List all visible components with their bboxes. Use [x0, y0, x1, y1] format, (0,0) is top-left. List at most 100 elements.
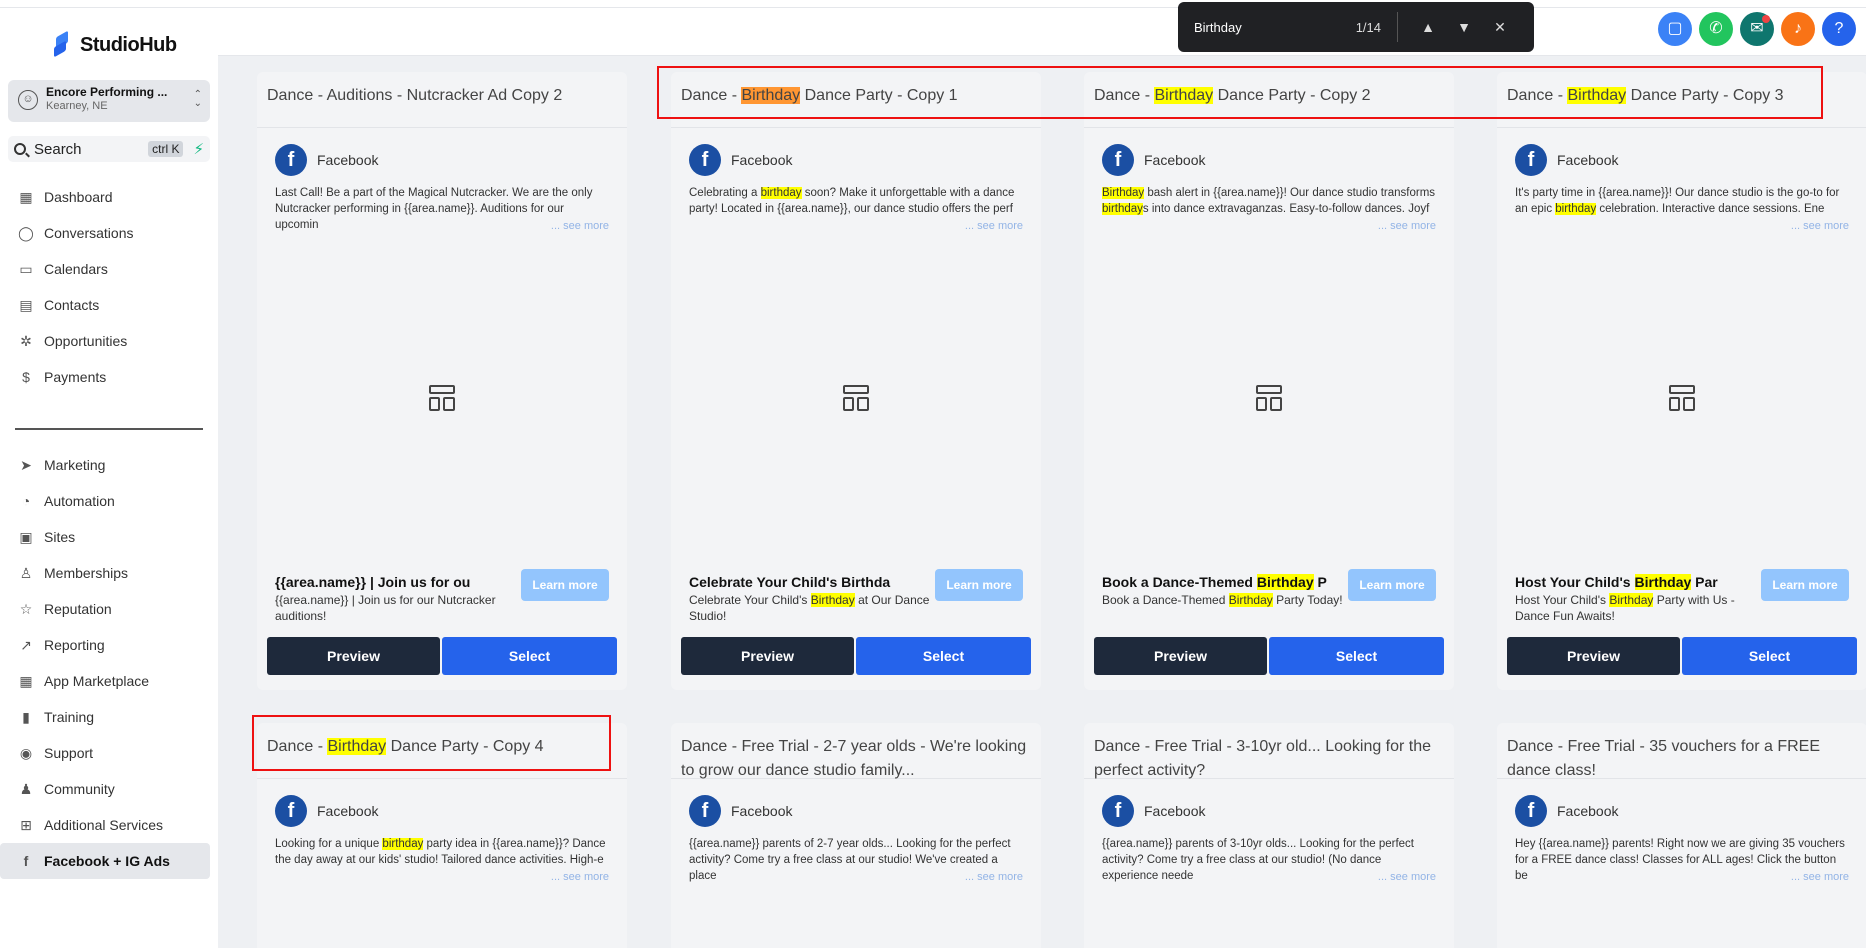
- bell-icon[interactable]: ♪: [1781, 12, 1815, 46]
- ad-preview: f Facebook It's party time in {{area.name}…: [1497, 128, 1866, 233]
- sidebar-item-conversations[interactable]: ◯ Conversations: [0, 215, 218, 251]
- preview-button[interactable]: Preview: [267, 637, 440, 675]
- search-highlight: Birthday: [1609, 593, 1654, 607]
- sidebar-item-community[interactable]: ♟ Community: [0, 771, 218, 807]
- select-button[interactable]: Select: [1682, 637, 1857, 675]
- sidebar-item-app-marketplace[interactable]: ▦ App Marketplace: [0, 663, 218, 699]
- find-match-count: 1/14: [1355, 19, 1381, 35]
- facebook-icon: f: [275, 795, 307, 827]
- sidebar-item-icon: ▦: [19, 673, 33, 689]
- text-segment: Celebrate Your Child's: [689, 593, 811, 607]
- select-button[interactable]: Select: [442, 637, 617, 675]
- sidebar-item-calendars[interactable]: ▭ Calendars: [0, 251, 218, 287]
- find-close-icon[interactable]: ✕: [1482, 19, 1518, 36]
- text-segment: Dance - Free Trial - 3-10yr old... Looki…: [1094, 738, 1432, 779]
- sidebar-item-training[interactable]: ▮ Training: [0, 699, 218, 735]
- platform-row: f Facebook: [1102, 795, 1436, 827]
- sidebar-item-icon: ♙: [19, 565, 33, 581]
- megaphone-icon[interactable]: ✉: [1740, 12, 1774, 46]
- search-highlight: birthday: [1102, 203, 1143, 215]
- search-input[interactable]: Search ctrl K ⚡: [8, 136, 210, 162]
- text-segment: Book a Dance-Themed: [1102, 593, 1229, 607]
- sidebar-item-label: Marketing: [44, 457, 106, 473]
- find-in-page-bar: Birthday 1/14 ▲ ▼ ✕: [1178, 2, 1534, 52]
- sidebar-item-icon: f: [23, 853, 29, 869]
- platform-row: f Facebook: [1515, 795, 1849, 827]
- sidebar-item-reputation[interactable]: ☆ Reputation: [0, 591, 218, 627]
- learn-more-button[interactable]: Learn more: [1348, 569, 1436, 601]
- platform-row: f Facebook: [689, 144, 1023, 176]
- sidebar-item-sites[interactable]: ▣ Sites: [0, 519, 218, 555]
- help-icon[interactable]: ?: [1822, 12, 1856, 46]
- sidebar-item-marketing[interactable]: ➤ Marketing: [0, 447, 218, 483]
- find-query[interactable]: Birthday: [1194, 20, 1356, 35]
- see-more-link[interactable]: ... see more: [965, 220, 1023, 232]
- facebook-icon: f: [1515, 144, 1547, 176]
- ad-template-card: Dance - Birthday Dance Party - Copy 2 f Fa…: [1084, 72, 1454, 690]
- preview-button[interactable]: Preview: [1094, 637, 1267, 675]
- select-button[interactable]: Select: [856, 637, 1031, 675]
- sidebar-item-label: Support: [44, 745, 94, 761]
- quick-action-icon[interactable]: ⚡: [193, 140, 204, 158]
- sidebar-item-label: Reporting: [44, 637, 105, 653]
- text-segment: Looking for a unique: [275, 838, 383, 850]
- platform-row: f Facebook: [1102, 144, 1436, 176]
- text-segment: Par: [1691, 574, 1718, 590]
- sidebar-item-facebook-ig-ads[interactable]: f Facebook + IG Ads: [0, 843, 210, 879]
- ad-headline: Book a Dance-Themed Birthday P: [1102, 574, 1352, 590]
- sidebar-item-contacts[interactable]: ▤ Contacts: [0, 287, 218, 323]
- text-segment: Dance -: [681, 87, 742, 104]
- text-segment: Dance - Free Trial - 2-7 year olds - We'…: [681, 738, 1027, 779]
- ad-template-card: Dance - Free Trial - 35 vouchers for a F…: [1497, 723, 1866, 948]
- brand-name: StudioHub: [80, 33, 177, 56]
- text-segment: Last Call! Be a part of the Magical Nutc…: [275, 187, 593, 231]
- text-segment: s into dance extravaganzas. Easy-to-foll…: [1142, 203, 1430, 215]
- learn-more-button[interactable]: Learn more: [935, 569, 1023, 601]
- see-more-link[interactable]: ... see more: [551, 871, 609, 883]
- sidebar-item-automation[interactable]: ◔ Automation: [0, 483, 218, 519]
- sidebar-item-additional-services[interactable]: ⊞ Additional Services: [0, 807, 218, 843]
- sidebar-item-support[interactable]: ◉ Support: [0, 735, 218, 771]
- find-previous-icon[interactable]: ▲: [1410, 19, 1446, 35]
- see-more-link[interactable]: ... see more: [551, 220, 609, 232]
- ad-headline: Celebrate Your Child's Birthda: [689, 574, 939, 590]
- text-segment: Book a Dance-Themed: [1102, 574, 1257, 590]
- sidebar-item-icon: ▣: [19, 529, 33, 545]
- top-bar: [218, 8, 1866, 56]
- chat-icon[interactable]: ▢: [1658, 12, 1692, 46]
- platform-row: f Facebook: [275, 795, 609, 827]
- sidebar-item-opportunities[interactable]: ✲ Opportunities: [0, 323, 218, 359]
- sidebar-item-memberships[interactable]: ♙ Memberships: [0, 555, 218, 591]
- notification-dot: [1762, 15, 1770, 23]
- account-switcher[interactable]: ☺ Encore Performing ... Kearney, NE ⌃ ⌄: [8, 80, 210, 122]
- ad-preview: f Facebook Looking for a unique birthday p…: [257, 779, 627, 884]
- brand-logo[interactable]: StudioHub: [52, 32, 177, 58]
- sidebar-item-dashboard[interactable]: ▦ Dashboard: [0, 179, 218, 215]
- logo-icon: [52, 32, 74, 58]
- learn-more-button[interactable]: Learn more: [521, 569, 609, 601]
- find-next-icon[interactable]: ▼: [1446, 19, 1482, 35]
- phone-icon[interactable]: ✆: [1699, 12, 1733, 46]
- learn-more-button[interactable]: Learn more: [1761, 569, 1849, 601]
- sidebar-item-reporting[interactable]: ↗ Reporting: [0, 627, 218, 663]
- text-segment: Host Your Child's: [1515, 574, 1635, 590]
- see-more-link[interactable]: ... see more: [1791, 871, 1849, 883]
- sidebar-item-payments[interactable]: $ Payments: [0, 359, 218, 395]
- sidebar-item-label: Dashboard: [44, 189, 113, 205]
- platform-label: Facebook: [731, 803, 793, 819]
- select-button[interactable]: Select: [1269, 637, 1444, 675]
- preview-button[interactable]: Preview: [1507, 637, 1680, 675]
- see-more-link[interactable]: ... see more: [965, 871, 1023, 883]
- see-more-link[interactable]: ... see more: [1378, 220, 1436, 232]
- sidebar-item-label: Training: [44, 709, 95, 725]
- platform-label: Facebook: [1557, 152, 1619, 168]
- see-more-link[interactable]: ... see more: [1791, 220, 1849, 232]
- text-segment: {{area.name}} | Join us for ou: [275, 574, 471, 590]
- search-icon: [14, 143, 26, 155]
- chevron-updown-icon: ⌃ ⌄: [193, 89, 202, 109]
- see-more-link[interactable]: ... see more: [1378, 871, 1436, 883]
- search-label: Search: [34, 140, 82, 158]
- facebook-icon: f: [689, 144, 721, 176]
- search-shortcut: ctrl K: [148, 141, 184, 157]
- preview-button[interactable]: Preview: [681, 637, 854, 675]
